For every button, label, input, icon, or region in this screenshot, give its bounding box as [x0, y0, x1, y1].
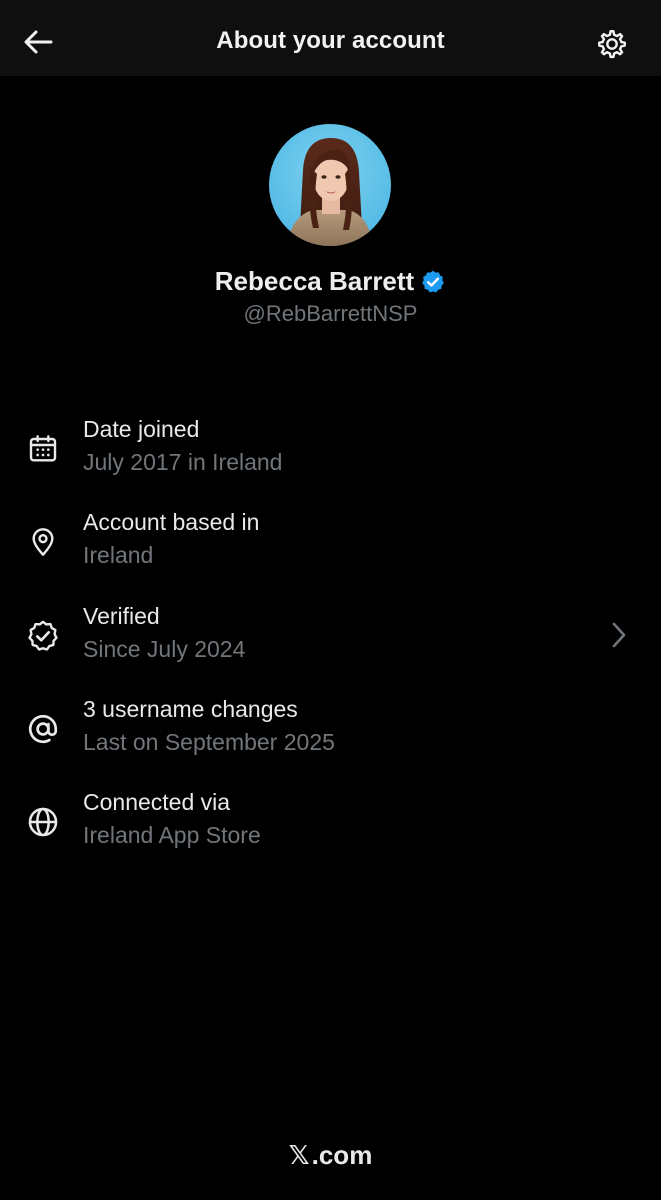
row-title: 3 username changes	[83, 696, 298, 722]
verified-badge-icon	[422, 270, 445, 292]
row-date-joined: Date joined July 2017 in Ireland	[0, 416, 661, 492]
location-pin-icon	[25, 524, 61, 560]
top-bar: About your account	[0, 0, 661, 76]
profile-photo	[269, 124, 391, 246]
chevron-right-icon	[604, 617, 634, 653]
settings-button[interactable]	[590, 22, 634, 66]
at-sign-icon	[25, 711, 61, 747]
globe-icon	[25, 804, 61, 840]
row-subtitle: Ireland App Store	[83, 822, 261, 848]
footer-watermark: 𝕏 .com	[0, 1140, 661, 1171]
profile-name: Rebecca Barrett	[214, 266, 415, 296]
x-logo: 𝕏	[288, 1140, 310, 1170]
row-verified[interactable]: Verified Since July 2024	[0, 603, 661, 679]
gear-icon	[598, 30, 626, 59]
profile-name-row: Rebecca Barrett	[0, 266, 661, 297]
profile-handle: @RebBarrettNSP	[243, 301, 418, 326]
row-title: Verified	[83, 603, 160, 629]
row-username-changes: 3 username changes Last on September 202…	[0, 696, 661, 772]
row-subtitle: Since July 2024	[83, 636, 246, 662]
page-title: About your account	[216, 27, 445, 54]
row-title: Account based in	[83, 509, 260, 535]
row-connected-via: Connected via Ireland App Store	[0, 789, 661, 865]
avatar[interactable]	[269, 124, 391, 246]
verified-check-icon	[25, 618, 61, 654]
row-subtitle: Ireland	[83, 542, 154, 568]
row-title: Connected via	[83, 789, 231, 815]
row-subtitle: Last on September 2025	[83, 729, 335, 755]
footer-domain: .com	[311, 1140, 373, 1170]
row-title: Date joined	[83, 416, 200, 442]
calendar-icon	[25, 431, 61, 467]
row-account-based-in: Account based in Ireland	[0, 509, 661, 585]
row-subtitle: July 2017 in Ireland	[83, 449, 283, 475]
